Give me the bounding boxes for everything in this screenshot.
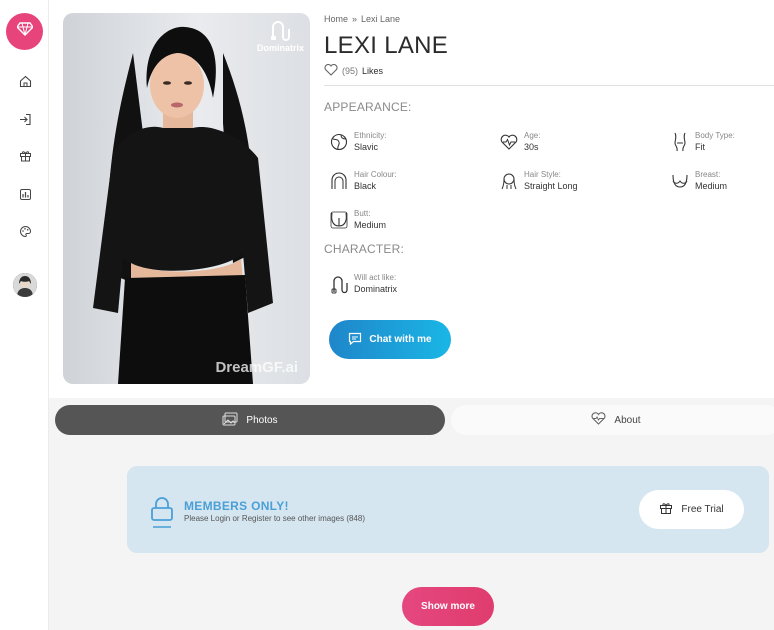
- body-silhouette-icon: [670, 131, 690, 153]
- attr-breast-value: Medium: [695, 181, 728, 191]
- tab-photos-label: Photos: [246, 414, 278, 426]
- attr-hair-style: Hair Style: Straight Long: [499, 169, 578, 192]
- dominatrix-badge-label: Dominatrix: [256, 43, 304, 53]
- likes-count: (95): [342, 66, 359, 76]
- whip-icon: [329, 273, 349, 295]
- attr-ethnicity-label: Ethnicity:: [354, 131, 387, 140]
- attr-age: Age: 30s: [499, 130, 540, 153]
- breadcrumb: Home » Lexi Lane: [324, 14, 400, 24]
- attr-ethnicity: Ethnicity: Slavic: [329, 130, 386, 153]
- heart-pulse-icon: [591, 412, 606, 428]
- page-title: LEXI LANE: [324, 32, 449, 59]
- likes-label: Likes: [362, 66, 384, 76]
- profile-photo[interactable]: Dominatrix DreamGF.ai: [63, 13, 310, 384]
- heart-icon[interactable]: [324, 63, 338, 78]
- hairstyle-icon: [499, 170, 519, 192]
- character-title: CHARACTER:: [324, 242, 405, 256]
- attr-breast: Breast: Medium: [670, 169, 727, 192]
- attr-hair-style-label: Hair Style:: [524, 170, 561, 179]
- chat-icon: [348, 332, 362, 348]
- sidebar-item-palette[interactable]: [16, 225, 34, 243]
- appearance-title: APPEARANCE:: [324, 100, 412, 114]
- whip-icon: [271, 21, 291, 41]
- hair-icon: [329, 170, 349, 192]
- attr-will-act-like-label: Will act like:: [354, 273, 397, 282]
- tab-photos[interactable]: Photos: [55, 405, 445, 435]
- profile-photo-illustration: [93, 26, 273, 384]
- chat-button[interactable]: Chat with me: [329, 320, 451, 359]
- sidebar-item-login[interactable]: [16, 113, 34, 131]
- members-title: MEMBERS ONLY!: [184, 499, 289, 513]
- show-more-button[interactable]: Show more: [402, 587, 494, 626]
- breast-icon: [670, 170, 690, 192]
- sidebar: [0, 0, 49, 630]
- breadcrumb-home-link[interactable]: Home: [324, 14, 348, 24]
- likes-row[interactable]: (95) Likes: [324, 63, 384, 78]
- gift-icon: [19, 149, 32, 167]
- attr-hair-colour: Hair Colour: Black: [329, 169, 397, 192]
- free-trial-button[interactable]: Free Trial: [639, 490, 744, 529]
- attr-butt: Butt: Medium: [329, 208, 386, 231]
- globe-face-icon: [329, 131, 349, 153]
- photos-icon: [222, 412, 238, 429]
- divider: [324, 85, 774, 86]
- attr-ethnicity-value: Slavic: [354, 142, 379, 152]
- sidebar-item-chart[interactable]: [16, 188, 34, 206]
- sidebar-item-home[interactable]: [16, 75, 34, 93]
- gift-icon: [659, 501, 673, 518]
- attr-will-act-like: Will act like: Dominatrix: [329, 272, 397, 295]
- chart-icon: [19, 188, 32, 206]
- chat-button-label: Chat with me: [369, 334, 432, 345]
- attr-butt-value: Medium: [354, 220, 387, 230]
- attr-age-value: 30s: [524, 142, 539, 152]
- photo-watermark: DreamGF.ai: [215, 359, 298, 376]
- attr-butt-label: Butt:: [354, 209, 371, 218]
- tab-about-label: About: [614, 414, 641, 426]
- sidebar-item-gift[interactable]: [16, 149, 34, 167]
- attr-body-type: Body Type: Fit: [670, 130, 735, 153]
- attr-hair-colour-value: Black: [354, 181, 377, 191]
- home-icon: [19, 75, 32, 93]
- palette-icon: [19, 225, 32, 243]
- attr-breast-label: Breast:: [695, 170, 721, 179]
- attr-hair-colour-label: Hair Colour:: [354, 170, 397, 179]
- logo-diamond-button[interactable]: [6, 13, 43, 50]
- attr-hair-style-value: Straight Long: [524, 181, 578, 191]
- lock-icon: [151, 497, 173, 534]
- dominatrix-badge: Dominatrix: [257, 19, 304, 53]
- attr-body-type-value: Fit: [695, 142, 705, 152]
- main-content: Dominatrix DreamGF.ai Home » Lexi Lane L…: [49, 0, 774, 630]
- members-only-banner: MEMBERS ONLY! Please Login or Register t…: [127, 466, 769, 553]
- diamond-icon: [15, 22, 34, 41]
- attr-will-act-like-value: Dominatrix: [354, 284, 398, 294]
- login-icon: [19, 113, 32, 131]
- free-trial-label: Free Trial: [681, 504, 724, 515]
- breadcrumb-separator: »: [352, 14, 358, 24]
- profile-panel: Dominatrix DreamGF.ai Home » Lexi Lane L…: [49, 0, 774, 398]
- heart-pulse-icon: [499, 131, 519, 153]
- attr-body-type-label: Body Type:: [695, 131, 735, 140]
- user-avatar[interactable]: [13, 273, 37, 297]
- tab-about[interactable]: About: [451, 405, 774, 435]
- butt-icon: [329, 209, 349, 231]
- members-subtitle: Please Login or Register to see other im…: [184, 514, 365, 523]
- content-tabs: Photos About: [49, 398, 774, 441]
- attr-age-label: Age:: [524, 131, 541, 140]
- breadcrumb-current: Lexi Lane: [361, 14, 401, 24]
